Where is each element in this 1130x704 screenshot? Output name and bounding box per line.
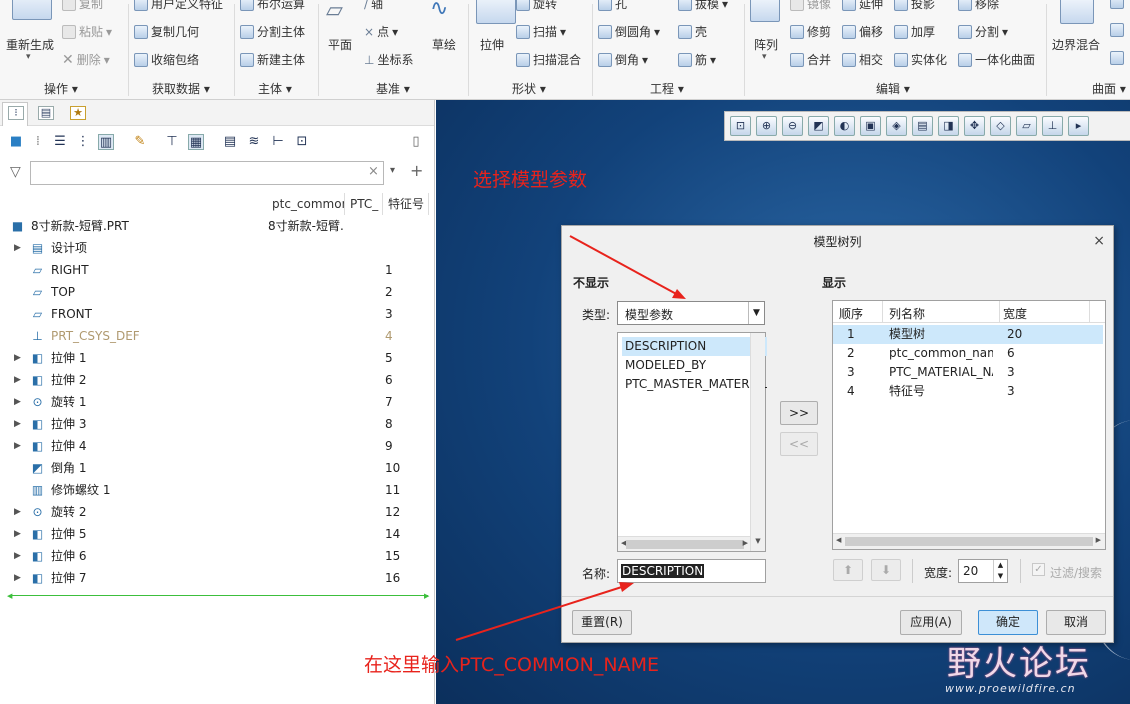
annotation-arrows bbox=[455, 235, 686, 641]
annotation-arrow-bottom bbox=[455, 584, 629, 641]
watermark: 野火论坛 www.proewildfire.cn bbox=[943, 636, 1130, 704]
watermark-url: www.proewildfire.cn bbox=[945, 682, 1076, 695]
arrow-head bbox=[672, 289, 686, 299]
annotation-arrow-top bbox=[569, 235, 681, 297]
watermark-title: 野火论坛 bbox=[947, 644, 1091, 684]
arrow-head bbox=[619, 582, 634, 592]
